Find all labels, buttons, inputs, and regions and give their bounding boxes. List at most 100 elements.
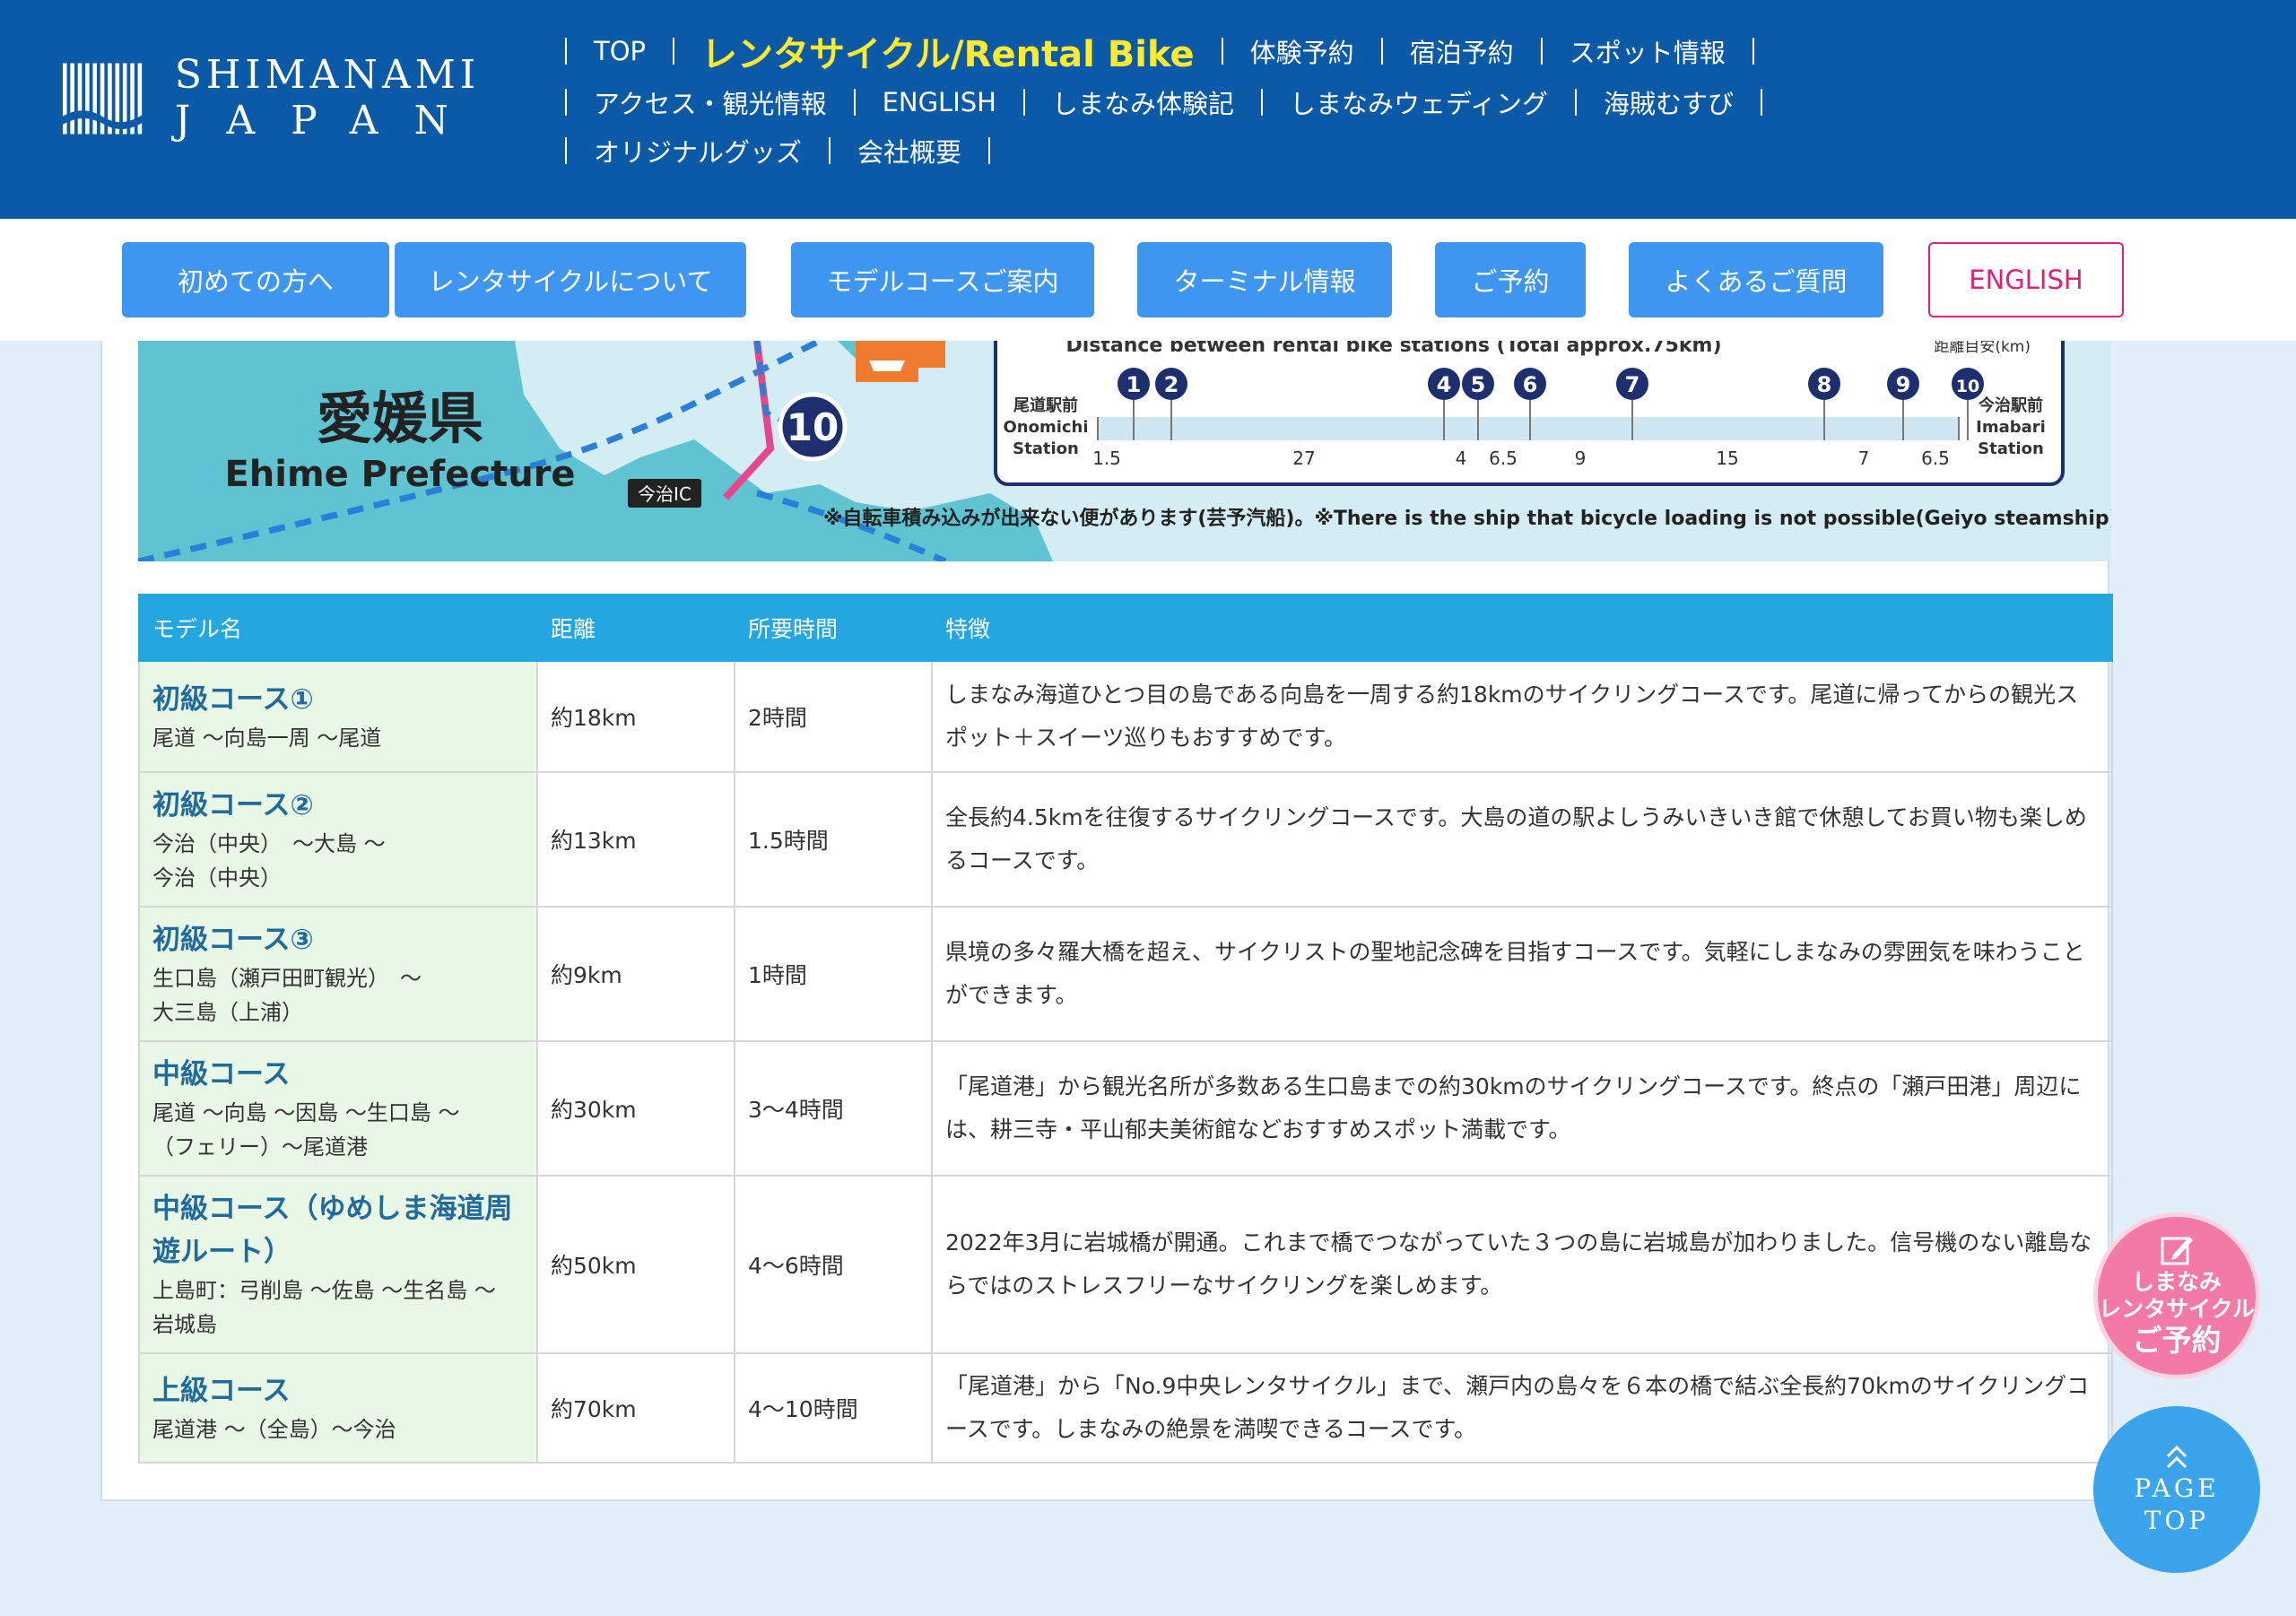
course-route: 尾道港 〜（全島）〜今治 bbox=[152, 1417, 396, 1442]
nav-item-wedding[interactable]: しまなみウェディング bbox=[1290, 83, 1548, 121]
course-name: 上級コース bbox=[152, 1375, 291, 1407]
nav-item-kaizoku-musubi[interactable]: 海賊むすび bbox=[1604, 83, 1734, 121]
distance-panel-unit: 距離目安(km) bbox=[1934, 341, 2031, 356]
nav-item-top[interactable]: TOP bbox=[594, 36, 646, 66]
course-route: 今治（中央） 〜大島 〜 今治（中央） bbox=[152, 831, 386, 891]
table-row: 中級コース 尾道 〜向島 〜因島 〜生口島 〜 （フェリー）〜尾道港 約30km 3〜… bbox=[138, 1040, 2113, 1177]
nav-separator bbox=[1380, 38, 1383, 65]
course-duration: 4〜10時間 bbox=[734, 1352, 933, 1464]
course-distance: 約30km bbox=[536, 1040, 735, 1177]
segment-distance-label: 6.5 bbox=[1921, 447, 1950, 469]
station-number-label: 2 bbox=[1164, 372, 1179, 397]
nav-separator bbox=[565, 89, 567, 116]
right-station-en2: Station bbox=[1978, 439, 2044, 458]
column-header-distance: 距離 bbox=[536, 594, 735, 662]
station-number-label: 8 bbox=[1817, 372, 1832, 397]
subnav-terminal-info-button[interactable]: ターミナル情報 bbox=[1137, 242, 1392, 317]
course-distance: 約50km bbox=[536, 1175, 735, 1354]
nav-item-accommodation-booking[interactable]: 宿泊予約 bbox=[1410, 32, 1514, 70]
course-name-cell: 上級コース尾道港 〜（全島）〜今治 bbox=[138, 1352, 538, 1464]
subnav-model-course-button[interactable]: モデルコースご案内 bbox=[791, 242, 1094, 317]
map-prefecture-en: Ehime Prefecture bbox=[224, 454, 575, 495]
right-station-jp: 今治駅前 bbox=[1979, 395, 2043, 415]
page-top-line1: PAGE bbox=[2134, 1473, 2220, 1503]
logo-text-line2: JAPAN bbox=[174, 98, 484, 143]
top-nav-row-2: アクセス・観光情報 ENGLISH しまなみ体験記 しまなみウェディング 海賊む… bbox=[565, 77, 2269, 127]
nav-separator bbox=[853, 89, 856, 116]
site-header: SHIMANAMI JAPAN TOP レンタサイクル/Rental Bike … bbox=[0, 0, 2296, 219]
nav-separator bbox=[1752, 38, 1754, 65]
course-distance: 約9km bbox=[536, 906, 735, 1042]
nav-item-original-goods[interactable]: オリジナルグッズ bbox=[594, 132, 802, 169]
nav-item-spot-info[interactable]: スポット情報 bbox=[1570, 32, 1726, 70]
course-duration: 1.5時間 bbox=[734, 771, 933, 908]
nav-item-company[interactable]: 会社概要 bbox=[857, 132, 961, 169]
nav-separator bbox=[1574, 89, 1577, 116]
nav-item-rental-bike[interactable]: レンタサイクル/Rental Bike bbox=[701, 25, 1195, 77]
station-number-label: 1 bbox=[1126, 372, 1142, 397]
column-header-duration: 所要時間 bbox=[734, 594, 933, 662]
subnav-reservation-button[interactable]: ご予約 bbox=[1435, 242, 1586, 317]
nav-separator bbox=[1540, 38, 1543, 65]
segment-distance-label: 1.5 bbox=[1092, 447, 1121, 469]
station-number-label: 5 bbox=[1471, 372, 1486, 397]
nav-item-experience-stories[interactable]: しまなみ体験記 bbox=[1052, 83, 1234, 121]
map-prefecture-jp: 愛媛県 bbox=[317, 386, 483, 451]
table-row: 初級コース③ 生口島（瀬戸田町観光） 〜 大三島（上浦） 約9km 1時間 県境の多々羅… bbox=[138, 906, 2113, 1042]
column-header-features: 特徴 bbox=[931, 594, 2113, 662]
nav-item-access[interactable]: アクセス・観光情報 bbox=[594, 83, 827, 121]
table-row: 初級コース② 今治（中央） 〜大島 〜 今治（中央） 約13km 1.5時間 全長約4.… bbox=[138, 771, 2113, 908]
map-station-marker-label: 10 bbox=[787, 405, 839, 449]
course-feature: 「尾道港」から「No.9中央レンタサイクル」まで、瀬戸内の島々を６本の橋で結ぶ全… bbox=[931, 1352, 2113, 1464]
right-station-en1: Imabari bbox=[1976, 418, 2046, 437]
nav-separator bbox=[1261, 89, 1263, 116]
segment-distance-label: 4 bbox=[1456, 447, 1467, 469]
course-route: 尾道 〜向島 〜因島 〜生口島 〜 （フェリー）〜尾道港 bbox=[152, 1100, 460, 1160]
edit-icon bbox=[2161, 1237, 2193, 1265]
nav-item-experience-booking[interactable]: 体験予約 bbox=[1250, 32, 1354, 70]
nav-separator bbox=[565, 137, 567, 164]
course-feature: しまなみ海道ひとつ目の島である向島を一周する約18kmのサイクリングコースです。… bbox=[931, 660, 2113, 773]
reservation-float-line1: しまなみ bbox=[2131, 1269, 2222, 1295]
station-number-label: 6 bbox=[1523, 372, 1538, 397]
course-feature: 全長約4.5kmを往復するサイクリングコースです。大島の道の駅よしうみいきいき館… bbox=[931, 771, 2113, 908]
segment-distance-label: 15 bbox=[1716, 447, 1738, 469]
course-name-cell: 中級コース（ゆめしま海道周遊ルート） 上島町：弓削島 〜佐島 〜生名島 〜 岩城島 bbox=[138, 1175, 538, 1354]
subnav-english-button[interactable]: ENGLISH bbox=[1928, 242, 2124, 317]
course-name: 中級コース（ゆめしま海道周遊ルート） bbox=[152, 1193, 513, 1268]
nav-separator bbox=[1761, 89, 1762, 116]
course-name: 初級コース① bbox=[152, 683, 314, 716]
site-logo[interactable]: SHIMANAMI JAPAN bbox=[63, 52, 484, 145]
station-number-label: 10 bbox=[1956, 377, 1979, 396]
course-feature: 「尾道港」から観光名所が多数ある生口島までの約30kmのサイクリングコースです。… bbox=[931, 1040, 2113, 1177]
course-feature: 県境の多々羅大橋を超え、サイクリストの聖地記念碑を目指すコースです。気軽にしまな… bbox=[931, 906, 2113, 1042]
course-distance: 約13km bbox=[536, 771, 735, 908]
course-route: 尾道 〜向島一周 〜尾道 bbox=[152, 725, 382, 751]
course-name-cell: 中級コース 尾道 〜向島 〜因島 〜生口島 〜 （フェリー）〜尾道港 bbox=[138, 1040, 538, 1177]
segment-distance-label: 27 bbox=[1292, 447, 1315, 469]
course-route: 上島町：弓削島 〜佐島 〜生名島 〜 岩城島 bbox=[152, 1278, 496, 1337]
segment-distance-label: 7 bbox=[1858, 447, 1870, 469]
top-nav-row-3: オリジナルグッズ 会社概要 bbox=[565, 127, 2269, 174]
table-header-row: モデル名 距離 所要時間 特徴 bbox=[138, 594, 2113, 662]
subnav-first-time-button[interactable]: 初めての方へ bbox=[122, 242, 389, 317]
reservation-float-line2: レンタサイクル bbox=[2099, 1296, 2255, 1322]
course-name-cell: 初級コース③ 生口島（瀬戸田町観光） 〜 大三島（上浦） bbox=[138, 906, 538, 1042]
page-top-button[interactable]: PAGE TOP bbox=[2093, 1406, 2260, 1573]
reservation-float-button[interactable]: しまなみ レンタサイクル ご予約 bbox=[2093, 1212, 2260, 1379]
nav-item-english[interactable]: ENGLISH bbox=[883, 87, 996, 117]
course-name-cell: 初級コース② 今治（中央） 〜大島 〜 今治（中央） bbox=[138, 771, 538, 908]
course-route: 生口島（瀬戸田町観光） 〜 大三島（上浦） bbox=[152, 966, 422, 1025]
page-top-line2: TOP bbox=[2144, 1506, 2210, 1535]
logo-mark-icon bbox=[63, 63, 146, 135]
map-ic-label: 今治IC bbox=[638, 483, 691, 505]
content-card: 10 愛媛県 Ehime Prefecture 今治IC Distance be… bbox=[100, 341, 2113, 1501]
logo-text-line1: SHIMANAMI bbox=[174, 52, 481, 98]
subnav-about-rental-button[interactable]: レンタサイクルについて bbox=[395, 242, 746, 317]
nav-separator bbox=[1221, 38, 1223, 65]
subnav-faq-button[interactable]: よくあるご質問 bbox=[1629, 242, 1883, 317]
course-feature: 2022年3月に岩城橋が開通。これまで橋でつながっていた３つの島に岩城島が加わり… bbox=[931, 1175, 2113, 1354]
course-name: 初級コース③ bbox=[152, 924, 314, 956]
model-course-table: モデル名 距離 所要時間 特徴 初級コース① 尾道 〜向島一周 〜尾道 約18km 2… bbox=[138, 594, 2113, 1464]
top-nav-row-1: TOP レンタサイクル/Rental Bike 体験予約 宿泊予約 スポット情報 bbox=[565, 25, 2269, 77]
